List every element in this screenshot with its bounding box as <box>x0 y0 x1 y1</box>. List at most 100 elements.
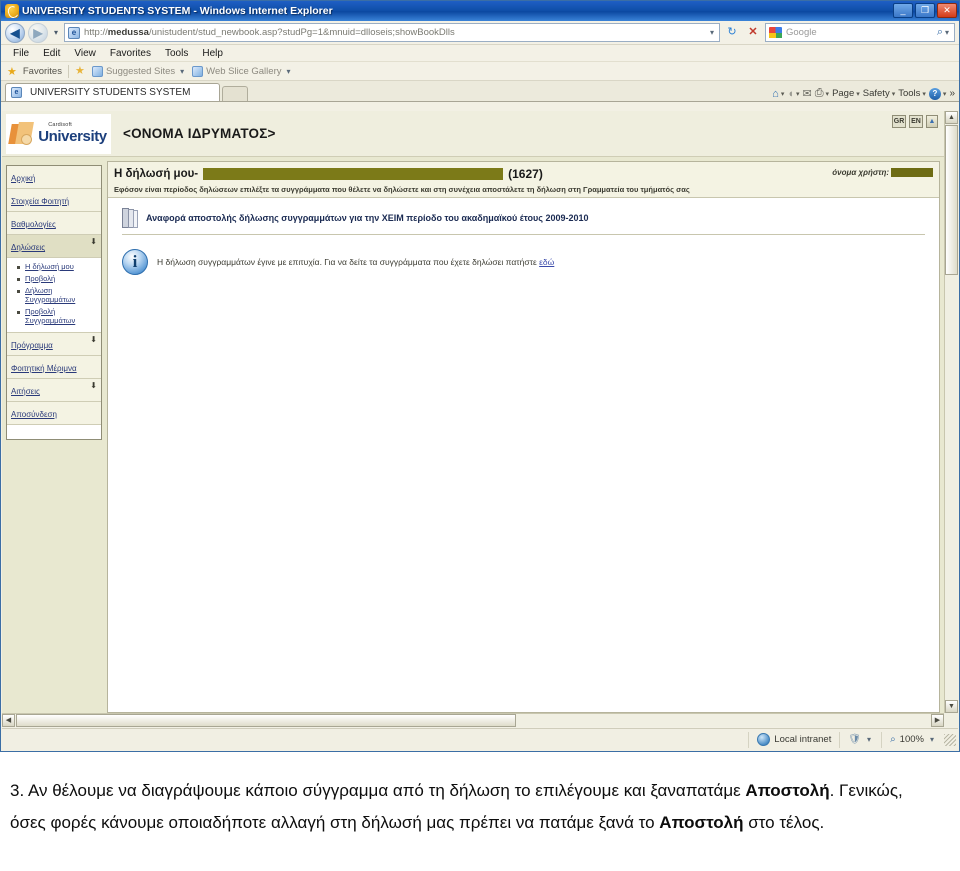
caption-line-end: στο τέλος. <box>743 813 825 832</box>
protected-mode-indicator[interactable]: 🛡 ▾ <box>839 731 881 748</box>
sidebar-subitem-provoli[interactable]: Προβολή <box>17 274 99 283</box>
sidebar-submenu-dilosis: Η δήλωσή μου Προβολή Δήλωση Συγγραμμάτων <box>7 258 101 333</box>
sidebar-item-aposyndesi[interactable]: Αποσύνδεση <box>7 402 101 425</box>
add-to-favorites-bar-icon[interactable]: ★ <box>75 65 86 77</box>
security-zone-label: Local intranet <box>774 734 832 745</box>
command-help-menu[interactable]: ? ▾ <box>928 87 947 100</box>
menu-file[interactable]: File <box>7 47 35 60</box>
suggested-sites-label: Suggested Sites <box>105 65 176 77</box>
scroll-up-arrow-icon[interactable]: ▲ <box>945 111 958 124</box>
window-controls: _ ❐ ✕ <box>893 3 957 18</box>
sidebar-item-label: Στοιχεία Φοιτητή <box>11 197 70 206</box>
menu-help[interactable]: Help <box>196 47 229 60</box>
menu-tools[interactable]: Tools <box>159 47 194 60</box>
forward-arrow-icon: ▶ <box>33 25 43 40</box>
sidebar-item-stoixeia-foititi[interactable]: Στοιχεία Φοιτητή <box>7 189 101 212</box>
internet-zone-icon <box>757 733 771 746</box>
sidebar-item-programma[interactable]: Πρόγραμμα ⬇ <box>7 333 101 356</box>
mail-icon: ✉ <box>802 88 812 100</box>
vertical-scrollbar-thumb[interactable] <box>945 125 958 275</box>
scrollbar-corner <box>944 713 958 727</box>
recent-pages-caret-icon[interactable]: ▾ <box>51 28 61 37</box>
sidebar-item-dilosis[interactable]: Δηλώσεις ⬇ <box>7 235 101 258</box>
address-dropdown-icon[interactable]: ▾ <box>708 28 716 37</box>
zoom-caret-icon: ▾ <box>929 735 934 744</box>
forward-button[interactable]: ▶ <box>28 22 48 43</box>
tools-caret-icon: ▾ <box>922 90 926 98</box>
status-bar: Local intranet 🛡 ▾ ⌕ 100% ▾ <box>2 728 958 750</box>
tab-university-students-system[interactable]: e UNIVERSITY STUDENTS SYSTEM <box>5 83 220 101</box>
restore-button[interactable]: ❐ <box>915 3 935 18</box>
mail-button[interactable]: ✉ <box>803 87 812 100</box>
language-button-en[interactable]: EN <box>909 115 923 128</box>
scroll-left-arrow-icon[interactable]: ◀ <box>2 714 15 727</box>
language-button-gr[interactable]: GR <box>892 115 906 128</box>
scroll-down-arrow-icon[interactable]: ▼ <box>945 700 958 713</box>
page-menu-label: Page <box>832 88 855 99</box>
sidebar-item-vathmologies[interactable]: Βαθμολογίες <box>7 212 101 235</box>
menu-edit[interactable]: Edit <box>37 47 66 60</box>
help-caret-icon: ▾ <box>942 90 947 98</box>
command-page-menu[interactable]: Page ▾ <box>832 88 860 99</box>
close-button[interactable]: ✕ <box>937 3 957 18</box>
sidebar-subitem-dilosi-syggrammaton[interactable]: Δήλωση Συγγραμμάτων <box>17 286 99 304</box>
safety-caret-icon: ▾ <box>891 90 896 98</box>
sidebar-subitem-provoli-syggrammaton[interactable]: Προβολή Συγγραμμάτων <box>17 307 99 325</box>
sidebar-subitem-label: Προβολή Συγγραμμάτων <box>25 307 76 325</box>
chevron-down-icon[interactable]: ⬇ <box>90 382 97 390</box>
chevron-down-icon[interactable]: ⬇ <box>90 336 97 344</box>
resize-grip-icon[interactable] <box>944 733 956 746</box>
menu-favorites[interactable]: Favorites <box>104 47 157 60</box>
scroll-right-arrow-icon[interactable]: ▶ <box>931 714 944 727</box>
caption-line-prefix: 3. Αν θέλουμε να διαγράψουμε κάποιο σύγγ… <box>10 781 746 800</box>
language-switcher: GR EN ▲ <box>892 115 938 128</box>
feeds-caret-icon: ▾ <box>796 90 800 98</box>
stop-button[interactable]: ✕ <box>744 23 762 42</box>
security-zone[interactable]: Local intranet <box>748 731 839 748</box>
minimize-button[interactable]: _ <box>893 3 913 18</box>
favorites-label[interactable]: Favorites <box>23 66 62 77</box>
redacted-student-name <box>203 168 504 180</box>
sidebar-item-foititiki-merimna[interactable]: Φοιτητική Μέριμνα <box>7 356 101 379</box>
page-title: Η δήλωσή μου- <box>114 168 199 180</box>
sidebar-item-label: Αποσύνδεση <box>11 410 57 419</box>
collapse-header-button[interactable]: ▲ <box>926 115 938 128</box>
address-input[interactable]: e http://medussa/unistudent/stud_newbook… <box>64 23 720 42</box>
address-bar-row: ◀ ▶ ▾ e http://medussa/unistudent/stud_n… <box>1 21 959 45</box>
horizontal-scrollbar[interactable]: ◀ ▶ <box>2 713 944 727</box>
zoom-control[interactable]: ⌕ 100% ▾ <box>881 731 944 748</box>
command-bar-overflow-icon[interactable]: » <box>949 88 955 99</box>
menu-view[interactable]: View <box>68 47 102 60</box>
help-icon: ? <box>928 87 941 100</box>
search-input[interactable]: Google ⌕ ▾ <box>765 23 955 42</box>
sidebar-item-aitisis[interactable]: Αιτήσεις ⬇ <box>7 379 101 402</box>
address-url-text: http://medussa/unistudent/stud_newbook.a… <box>84 27 455 38</box>
home-button[interactable]: ⌂ ▾ <box>772 88 784 100</box>
feeds-button[interactable]: ◖ ▾ <box>787 88 799 100</box>
print-button[interactable]: ⎙ ▾ <box>815 87 829 100</box>
favorites-separator <box>67 64 69 78</box>
view-declared-books-link[interactable]: εδώ <box>539 257 554 267</box>
logo-text: Cardisoft University <box>38 123 107 144</box>
info-message-row: i Η δήλωση συγγραμμάτων έγινε με επιτυχί… <box>122 249 925 275</box>
institution-name: <ΟΝΟΜΑ ΙΔΡΥΜΑΤΟΣ> <box>123 126 276 141</box>
horizontal-scrollbar-thumb[interactable] <box>16 714 516 727</box>
shield-icon: 🛡 <box>848 734 862 745</box>
sidebar-subitem-label: Προβολή <box>25 274 56 283</box>
vertical-scrollbar[interactable]: ▲ ▼ <box>944 111 958 713</box>
favorites-item-web-slice-gallery[interactable]: Web Slice Gallery ▾ <box>192 65 292 77</box>
search-provider-caret-icon[interactable]: ▾ <box>943 28 951 37</box>
new-tab-button[interactable] <box>222 86 248 101</box>
command-tools-menu[interactable]: Tools ▾ <box>898 88 926 99</box>
back-button[interactable]: ◀ <box>5 22 25 43</box>
command-safety-menu[interactable]: Safety ▾ <box>863 88 895 99</box>
sidebar-item-arxiki[interactable]: Αρχική <box>7 166 101 189</box>
page-body: Αρχική Στοιχεία Φοιτητή Βαθμολογίες Δηλώ… <box>2 157 944 713</box>
chevron-down-icon[interactable]: ⬇ <box>90 238 97 246</box>
refresh-button[interactable]: ↻ <box>723 23 741 42</box>
record-count: (1627) <box>508 167 543 181</box>
sidebar-subitem-i-dilosi-mou[interactable]: Η δήλωσή μου <box>17 262 99 271</box>
favorites-star-icon: ★ <box>7 65 17 78</box>
site-logo[interactable]: Cardisoft University <box>6 113 111 154</box>
favorites-item-suggested-sites[interactable]: Suggested Sites ▾ <box>91 65 186 77</box>
